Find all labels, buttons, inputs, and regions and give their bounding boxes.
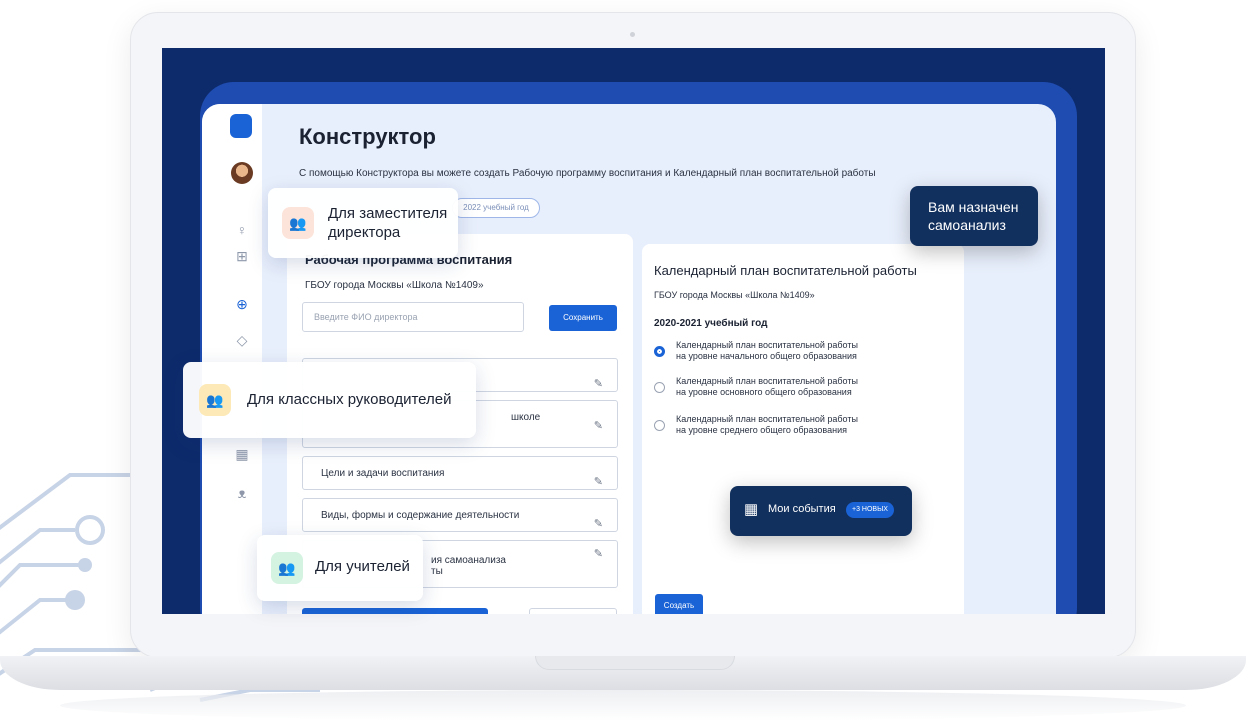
plan-option-line1: Календарный план воспитательной работы bbox=[676, 376, 858, 386]
teachers-chip[interactable]: 👥 Для учителей bbox=[257, 535, 423, 601]
calendar-icon[interactable]: ▦ bbox=[234, 446, 250, 462]
page-subtitle: С помощью Конструктора вы можете создать… bbox=[299, 168, 876, 179]
circuit-node-dot bbox=[65, 590, 85, 610]
calendar-plan-year: 2020-2021 учебный год bbox=[654, 318, 768, 329]
laptop-shadow bbox=[60, 690, 1186, 721]
radio-button[interactable] bbox=[654, 346, 665, 357]
people-icon[interactable]: ᴥ bbox=[234, 485, 250, 501]
globe-icon[interactable]: ⊕ bbox=[234, 296, 250, 312]
create-button[interactable]: Создать bbox=[655, 594, 703, 614]
plan-option-line1: Календарный план воспитательной работы bbox=[676, 340, 858, 350]
my-events-label: Мои события bbox=[768, 503, 836, 515]
circuit-node-dot bbox=[78, 558, 92, 572]
calendar-plan-title: Календарный план воспитательной работы bbox=[654, 263, 917, 278]
self-analysis-notification[interactable]: Вам назначен самоанализ bbox=[910, 186, 1038, 246]
camera-dot bbox=[630, 32, 635, 37]
people-icon: 👥 bbox=[199, 384, 231, 416]
pencil-icon[interactable]: ✎ bbox=[594, 465, 603, 499]
calendar-plan-org: ГБОУ города Москвы «Школа №1409» bbox=[654, 290, 815, 300]
plan-option-line2: на уровне основного общего образования bbox=[676, 387, 852, 397]
plan-option-label: Календарный план воспитательной работы н… bbox=[676, 340, 926, 362]
section-label: Цели и задачи воспитания bbox=[321, 468, 445, 479]
pencil-icon[interactable]: ✎ bbox=[594, 507, 603, 541]
year-filter-chip[interactable]: 2022 учебный год bbox=[452, 198, 540, 218]
program-card-org: ГБОУ города Москвы «Школа №1409» bbox=[305, 280, 484, 291]
pencil-icon[interactable]: ✎ bbox=[594, 549, 603, 560]
plan-option-line1: Календарный план воспитательной работы bbox=[676, 414, 858, 424]
deputy-label-line2: директора bbox=[328, 224, 401, 241]
plan-option-label: Календарный план воспитательной работы н… bbox=[676, 376, 926, 398]
section-row[interactable]: Виды, формы и содержание деятельности ✎ bbox=[302, 498, 618, 532]
save-button[interactable]: Сохранить bbox=[549, 305, 617, 331]
deputy-label-line1: Для заместителя bbox=[328, 205, 448, 222]
section-label: Виды, формы и содержание деятельности bbox=[321, 510, 520, 521]
secondary-action-button[interactable] bbox=[529, 608, 617, 614]
people-icon: 👥 bbox=[282, 207, 314, 239]
pencil-icon[interactable]: ✎ bbox=[594, 409, 603, 443]
calendar-plan-card: Календарный план воспитательной работы Г… bbox=[642, 244, 964, 614]
people-icon: 👥 bbox=[271, 552, 303, 584]
graduation-cap-icon[interactable]: ◇ bbox=[234, 332, 250, 348]
new-events-badge: +3 НОВЫХ bbox=[846, 502, 894, 518]
circuit-node-ring bbox=[75, 515, 105, 545]
deputy-director-label: Для заместителя директора bbox=[328, 204, 447, 242]
calendar-icon: ▦ bbox=[744, 501, 759, 518]
self-analysis-text: Вам назначен самоанализ bbox=[928, 198, 1018, 234]
page-title: Конструктор bbox=[299, 124, 436, 149]
class-teachers-chip[interactable]: 👥 Для классных руководителей bbox=[183, 362, 476, 438]
radio-button[interactable] bbox=[654, 420, 665, 431]
deputy-director-chip[interactable]: 👥 Для заместителя директора bbox=[268, 188, 458, 258]
sidebar: ♀ ⊞ ⊕ ◇ ▦ ᴥ bbox=[202, 104, 262, 614]
self-analysis-line1: Вам назначен bbox=[928, 199, 1019, 215]
self-analysis-line2: самоанализ bbox=[928, 217, 1006, 233]
plan-option-line2: на уровне начального общего образования bbox=[676, 351, 857, 361]
class-teachers-label: Для классных руководителей bbox=[247, 391, 452, 408]
director-name-input[interactable]: Введите ФИО директора bbox=[302, 302, 524, 332]
hierarchy-icon[interactable]: ⊞ bbox=[234, 248, 250, 264]
my-events-notification[interactable]: ▦ Мои события +3 НОВЫХ bbox=[730, 486, 912, 536]
plan-option-label: Календарный план воспитательной работы н… bbox=[676, 414, 926, 436]
lightbulb-icon[interactable]: ♀ bbox=[234, 222, 250, 238]
primary-action-button[interactable] bbox=[302, 608, 488, 614]
stage: ♀ ⊞ ⊕ ◇ ▦ ᴥ Конструктор С помощью Констр… bbox=[0, 0, 1246, 721]
logo[interactable] bbox=[230, 114, 252, 138]
section-row[interactable]: Цели и задачи воспитания ✎ bbox=[302, 456, 618, 490]
teachers-label: Для учителей bbox=[315, 558, 410, 575]
radio-button[interactable] bbox=[654, 382, 665, 393]
avatar[interactable] bbox=[231, 162, 253, 184]
plan-option-line2: на уровне среднего общего образования bbox=[676, 425, 847, 435]
pencil-icon[interactable]: ✎ bbox=[594, 367, 603, 401]
laptop-notch bbox=[535, 656, 735, 670]
